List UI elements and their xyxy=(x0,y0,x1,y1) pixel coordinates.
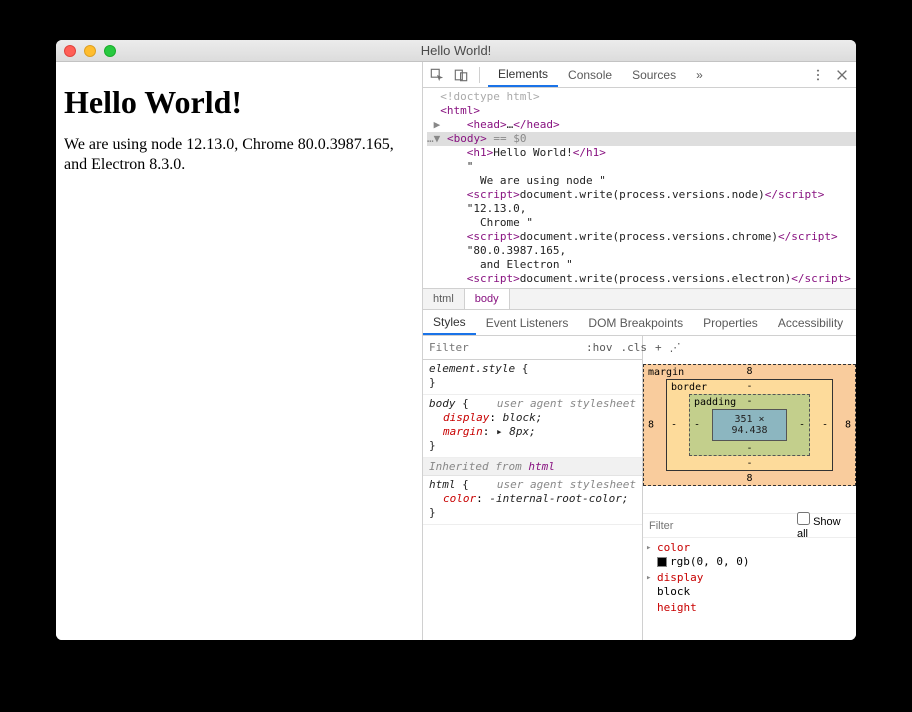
computed-item[interactable]: displayblock xyxy=(643,570,856,600)
hov-toggle[interactable]: :hov xyxy=(582,341,617,354)
box-model-margin: margin 8 8 8 8 border - - - - xyxy=(643,364,856,486)
computed-filter-bar: Show all xyxy=(643,514,856,538)
computed-column: margin 8 8 8 8 border - - - - xyxy=(643,336,856,640)
dom-row[interactable]: "12.13.0, xyxy=(427,202,856,216)
box-model-border: border - - - - padding - - - xyxy=(666,379,833,471)
dom-row[interactable]: " xyxy=(427,160,856,174)
sub-tab-accessibility[interactable]: Accessibility xyxy=(768,310,853,335)
devtools-tabs: Elements Console Sources » xyxy=(488,62,713,87)
tab-console[interactable]: Console xyxy=(558,62,622,87)
window-content: Hello World! We are using node 12.13.0, … xyxy=(56,62,856,640)
dom-row[interactable]: <script>document.write(process.versions.… xyxy=(427,230,856,244)
device-toolbar-icon[interactable] xyxy=(451,65,471,85)
titlebar: Hello World! xyxy=(56,40,856,62)
tab-sources[interactable]: Sources xyxy=(622,62,686,87)
window-title: Hello World! xyxy=(56,43,856,58)
computed-filter-input[interactable] xyxy=(649,520,791,532)
dom-row[interactable]: <html> xyxy=(427,104,856,118)
dom-row[interactable]: "80.0.3987.165, xyxy=(427,244,856,258)
minimize-window-button[interactable] xyxy=(84,45,96,57)
box-model-padding: padding - - - - 351 × 94.438 xyxy=(689,394,810,456)
tab-elements[interactable]: Elements xyxy=(488,62,558,87)
inspect-element-icon[interactable] xyxy=(427,65,447,85)
page-body-text: We are using node 12.13.0, Chrome 80.0.3… xyxy=(64,135,414,175)
devtools-close-icon[interactable] xyxy=(832,65,852,85)
traffic-lights xyxy=(56,45,116,57)
tab-overflow[interactable]: » xyxy=(686,62,713,87)
devtools-panel: Elements Console Sources » <!doctype htm… xyxy=(423,62,856,640)
dom-tree[interactable]: <!doctype html> <html> ▶ <head>…</head>…… xyxy=(423,88,856,288)
dom-row[interactable]: <!doctype html> xyxy=(427,90,856,104)
inherited-header: Inherited from html xyxy=(423,458,642,476)
styles-rules[interactable]: element.style {}body {user agent stylesh… xyxy=(423,360,642,640)
sub-tab-dom-breakpoints[interactable]: DOM Breakpoints xyxy=(578,310,693,335)
dom-row[interactable]: <script>document.write(process.versions.… xyxy=(427,272,856,286)
styles-filter-bar: :hov .cls + ⋰ xyxy=(423,336,642,360)
styles-sub-tabs: Styles Event Listeners DOM Breakpoints P… xyxy=(423,310,856,336)
dom-row[interactable]: …▼<body> == $0 xyxy=(427,132,856,146)
computed-list[interactable]: colorrgb(0, 0, 0)displayblockheight xyxy=(643,538,856,640)
styles-lower: :hov .cls + ⋰ element.style {}body {user… xyxy=(423,336,856,640)
app-window: Hello World! Hello World! We are using n… xyxy=(56,40,856,640)
crumb-html[interactable]: html xyxy=(423,289,465,309)
close-window-button[interactable] xyxy=(64,45,76,57)
breadcrumb-trail: html body xyxy=(423,288,856,310)
box-model[interactable]: margin 8 8 8 8 border - - - - xyxy=(643,336,856,514)
dom-row[interactable]: <script>document.write(process.versions.… xyxy=(427,188,856,202)
dom-row[interactable]: ▶ <head>…</head> xyxy=(427,118,856,132)
show-all-checkbox[interactable] xyxy=(797,512,810,525)
box-model-content: 351 × 94.438 xyxy=(712,409,787,441)
dom-row[interactable]: and Electron " xyxy=(427,258,856,272)
styles-filter-input[interactable] xyxy=(423,336,582,359)
style-rule[interactable]: html {user agent stylesheetcolor: -inter… xyxy=(423,476,642,525)
styles-pane: :hov .cls + ⋰ element.style {}body {user… xyxy=(423,336,643,640)
computed-item[interactable]: colorrgb(0, 0, 0) xyxy=(643,540,856,570)
devtools-menu-icon[interactable] xyxy=(808,65,828,85)
dom-row[interactable]: Chrome " xyxy=(427,216,856,230)
style-rule[interactable]: body {user agent stylesheetdisplay: bloc… xyxy=(423,395,642,458)
crumb-body[interactable]: body xyxy=(465,289,510,309)
show-all-toggle[interactable]: Show all xyxy=(797,512,850,540)
dom-row[interactable]: <h1>Hello World!</h1> xyxy=(427,146,856,160)
dom-row[interactable]: We are using node " xyxy=(427,174,856,188)
sub-tab-properties[interactable]: Properties xyxy=(693,310,768,335)
color-swatch xyxy=(657,557,667,567)
sub-tab-styles[interactable]: Styles xyxy=(423,310,476,335)
zoom-window-button[interactable] xyxy=(104,45,116,57)
computed-item[interactable]: height xyxy=(643,600,856,616)
sub-tab-event-listeners[interactable]: Event Listeners xyxy=(476,310,579,335)
rendered-page: Hello World! We are using node 12.13.0, … xyxy=(56,62,423,640)
toolbar-separator xyxy=(479,67,480,83)
devtools-toolbar: Elements Console Sources » xyxy=(423,62,856,88)
page-heading: Hello World! xyxy=(64,84,414,121)
style-rule[interactable]: element.style {} xyxy=(423,360,642,395)
